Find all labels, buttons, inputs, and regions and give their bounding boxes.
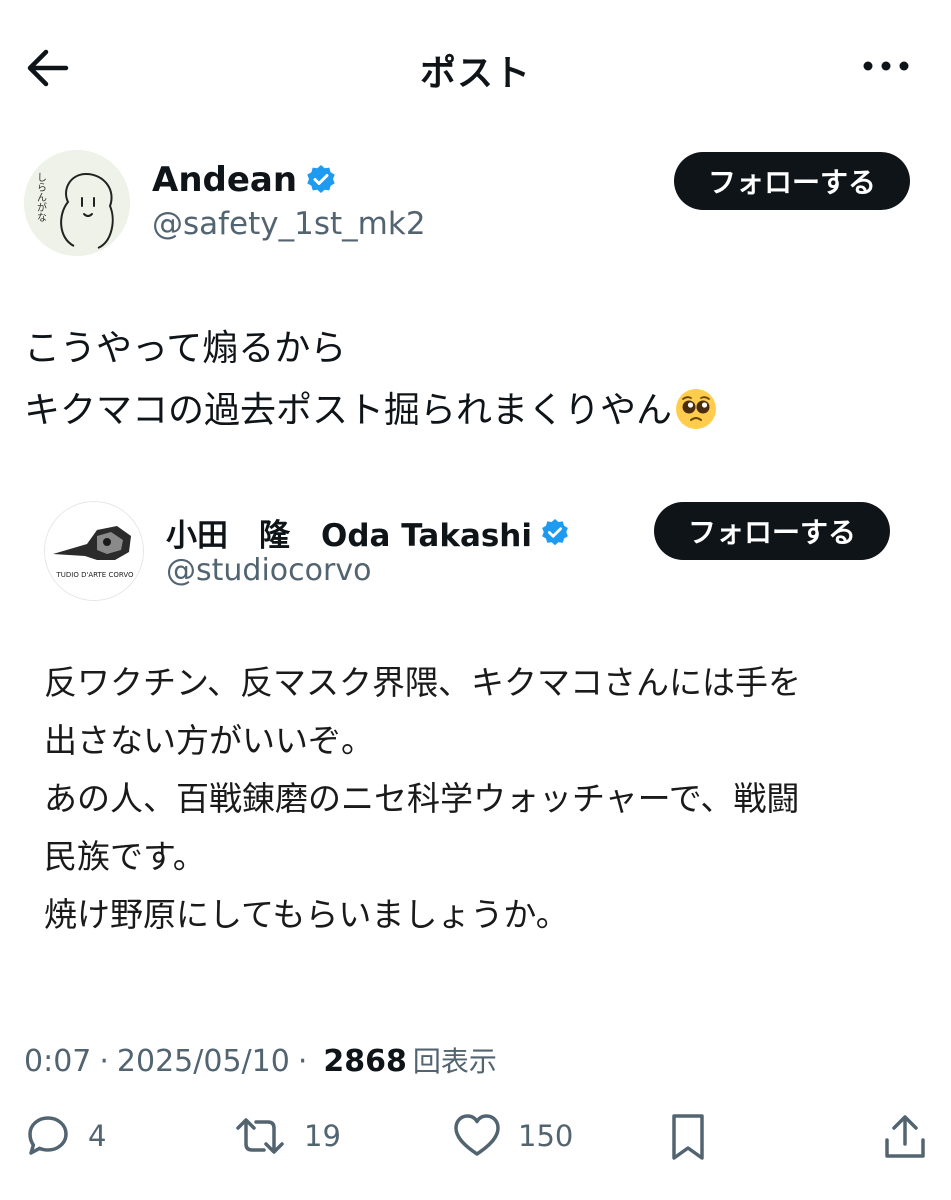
quote-line: 出さない方がいいぞ。 (44, 721, 374, 760)
share-button[interactable] (882, 1112, 928, 1162)
follow-button[interactable]: フォローする (674, 152, 910, 210)
pleading-face-emoji (676, 389, 717, 429)
skull-logo-icon: TUDIO D'ARTE CORVO (45, 502, 143, 600)
quote-line: 焼け野原にしてもらいましょうか。 (44, 895, 569, 934)
page-title: ポスト (419, 53, 531, 94)
share-icon (885, 1115, 925, 1158)
verified-badge-icon (542, 518, 568, 545)
repost-icon (236, 1118, 284, 1154)
more-button[interactable] (861, 46, 911, 86)
more-horizontal-icon (863, 61, 909, 71)
repost-count: 19 (304, 1119, 341, 1153)
post-line: キクマコの過去ポスト掘られまくりやん (24, 380, 924, 442)
reply-button[interactable]: 4 (24, 1112, 106, 1160)
heart-icon (454, 1114, 500, 1156)
quote-follow-button[interactable]: フォローする (654, 502, 890, 560)
quote-author-handle[interactable]: @studiocorvo (166, 553, 371, 588)
verified-badge-icon (307, 165, 335, 193)
post-text: こうやって煽るから キクマコの過去ポスト掘られまくりやん (24, 318, 924, 442)
reply-icon (28, 1116, 68, 1155)
reply-count: 4 (88, 1119, 107, 1153)
author-avatar[interactable]: しらんがな (24, 150, 130, 256)
bookmark-icon (672, 1114, 704, 1160)
quote-line: 民族です。 (44, 837, 206, 876)
view-count-label[interactable]: 回表示 (413, 1040, 497, 1080)
author-name[interactable]: Andean (152, 160, 297, 200)
action-bar: 4 19 150 (0, 1112, 951, 1172)
post-meta: 0:07 · 2025/05/10 · 2868 回表示 (24, 1040, 497, 1080)
quote-line: あの人、百戦錬磨のニセ科学ウォッチャーで、戦闘 (44, 779, 800, 818)
quote-text: 反ワクチン、反マスク界隈、キクマコさんには手を 出さない方がいいぞ。 あの人、百… (44, 654, 924, 944)
post-line-text: キクマコの過去ポスト掘られまくりやん (24, 390, 673, 431)
avatar-vertical-text: しらんがな (35, 172, 47, 222)
quote-line: 反ワクチン、反マスク界隈、キクマコさんには手を (44, 663, 802, 702)
like-count: 150 (518, 1119, 574, 1153)
meta-separator: · (297, 1044, 308, 1079)
view-count[interactable]: 2868 (323, 1044, 407, 1079)
bookmark-button[interactable] (668, 1112, 708, 1162)
quote-author-name-row[interactable]: 小田 隆 Oda Takashi (166, 510, 570, 555)
repost-button[interactable]: 19 (232, 1112, 341, 1160)
author-handle[interactable]: @safety_1st_mk2 (152, 206, 426, 242)
quote-avatar[interactable]: TUDIO D'ARTE CORVO (44, 501, 144, 601)
like-button[interactable]: 150 (452, 1112, 573, 1160)
post-time: 0:07 (24, 1044, 92, 1079)
quote-author-name[interactable]: 小田 隆 Oda Takashi (166, 510, 532, 555)
avatar-illustration: しらんがな (24, 150, 130, 256)
meta-separator: · (99, 1044, 109, 1079)
post-date: 2025/05/10 (116, 1044, 290, 1079)
top-bar: ポスト (0, 0, 951, 130)
post-line: こうやって煽るから (24, 328, 347, 369)
author-name-row[interactable]: Andean (152, 160, 337, 200)
quote-avatar-text: TUDIO D'ARTE CORVO (55, 571, 134, 579)
